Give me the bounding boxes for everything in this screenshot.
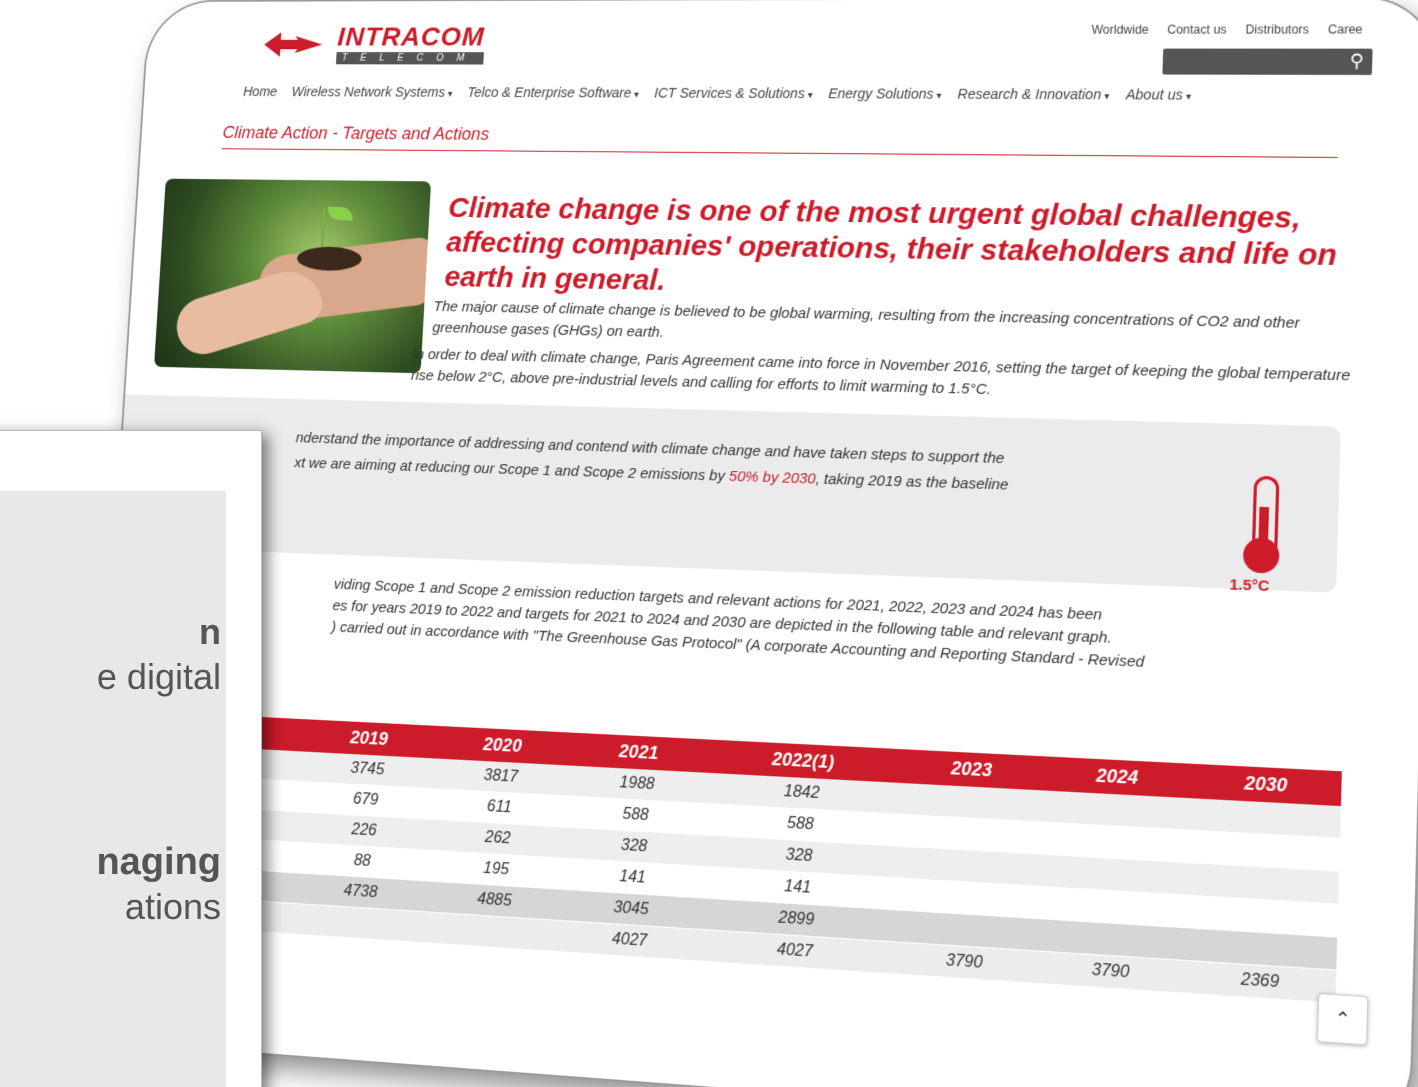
page-content: INTRACOM TELECOM Worldwide Contact us Di… bbox=[106, 8, 1373, 1004]
slide-text-line: naging bbox=[96, 841, 221, 883]
main-nav: Home Wireless Network Systems ▾ Telco & E… bbox=[243, 84, 1192, 103]
nav-research[interactable]: Research & Innovation ▾ bbox=[957, 86, 1109, 102]
nav-energy[interactable]: Energy Solutions ▾ bbox=[828, 86, 942, 102]
scroll-to-top-button[interactable]: ⌃ bbox=[1316, 992, 1369, 1046]
caret-down-icon: ▾ bbox=[936, 90, 942, 102]
nav-label: Research & Innovation bbox=[957, 85, 1102, 103]
nav-label: Home bbox=[242, 83, 278, 99]
thermometer-label: 1.5°C bbox=[1229, 576, 1270, 596]
slide-panel bbox=[0, 491, 226, 1087]
brand-logo[interactable]: INTRACOM TELECOM bbox=[263, 21, 486, 65]
nav-label: Wireless Network Systems bbox=[291, 83, 446, 100]
commitment-box: nderstand the importance of addressing a… bbox=[106, 394, 1341, 595]
search-input[interactable]: ⚲ bbox=[1162, 48, 1373, 75]
caret-down-icon: ▾ bbox=[633, 89, 640, 101]
nav-label: About us bbox=[1125, 86, 1184, 103]
emissions-table: 2019 2020 2021 2022(1) 2023 2024 2030 37… bbox=[248, 717, 1342, 1004]
commitment-line2b: , taking 2019 as the baseline bbox=[815, 470, 1009, 494]
caret-down-icon: ▾ bbox=[1103, 91, 1110, 103]
slide-text-line: e digital bbox=[96, 656, 221, 697]
toplink-worldwide[interactable]: Worldwide bbox=[1091, 23, 1149, 37]
slide-text-line: ations bbox=[124, 886, 221, 927]
caret-down-icon: ▾ bbox=[447, 89, 453, 100]
slide-text-line: n bbox=[199, 611, 221, 652]
thermometer-icon: 1.5°C bbox=[1229, 475, 1296, 595]
overlapping-slide: n e digital naging ations bbox=[0, 430, 262, 1087]
table-header bbox=[258, 717, 305, 752]
search-icon[interactable]: ⚲ bbox=[1349, 51, 1364, 72]
brand-name: INTRACOM bbox=[336, 21, 486, 52]
commitment-line2a: xt we are aiming at reducing our Scope 1… bbox=[293, 454, 730, 485]
stage: INTRACOM TELECOM Worldwide Contact us Di… bbox=[0, 0, 1418, 1087]
nav-label: Energy Solutions bbox=[828, 85, 934, 102]
toplink-careers[interactable]: Caree bbox=[1328, 22, 1363, 36]
table-cell bbox=[257, 749, 303, 782]
chevron-up-icon: ⌃ bbox=[1334, 1007, 1352, 1031]
caret-down-icon: ▾ bbox=[1185, 91, 1192, 103]
nav-ict[interactable]: ICT Services & Solutions ▾ bbox=[654, 85, 813, 101]
page-title: Climate Action - Targets and Actions bbox=[221, 122, 1339, 159]
browser-window: INTRACOM TELECOM Worldwide Contact us Di… bbox=[84, 0, 1418, 1087]
logo-text: INTRACOM TELECOM bbox=[335, 21, 486, 65]
nav-label: ICT Services & Solutions bbox=[653, 85, 806, 102]
table-cell bbox=[255, 778, 301, 812]
headline: Climate change is one of the most urgent… bbox=[443, 192, 1338, 297]
paragraph-targets: viding Scope 1 and Scope 2 emission redu… bbox=[331, 574, 1336, 682]
nav-telco[interactable]: Telco & Enterprise Software ▾ bbox=[467, 84, 639, 100]
logo-arrow-icon bbox=[263, 31, 323, 57]
nav-about[interactable]: About us ▾ bbox=[1126, 86, 1192, 102]
brand-sub: TELECOM bbox=[335, 52, 484, 65]
thermometer-bulb bbox=[1242, 537, 1280, 574]
nav-label: Telco & Enterprise Software bbox=[467, 84, 632, 101]
hands-seedling-image bbox=[154, 178, 432, 374]
caret-down-icon: ▾ bbox=[807, 90, 813, 102]
top-links: Worldwide Contact us Distributors Caree bbox=[1091, 22, 1362, 36]
child-hand bbox=[170, 262, 327, 362]
nav-home[interactable]: Home bbox=[243, 84, 278, 99]
nav-wireless[interactable]: Wireless Network Systems ▾ bbox=[291, 84, 453, 100]
toplink-contact[interactable]: Contact us bbox=[1167, 23, 1227, 37]
toplink-distributors[interactable]: Distributors bbox=[1245, 22, 1309, 36]
commitment-text: nderstand the importance of addressing a… bbox=[294, 426, 1140, 503]
target-highlight: 50% by 2030 bbox=[728, 467, 817, 488]
